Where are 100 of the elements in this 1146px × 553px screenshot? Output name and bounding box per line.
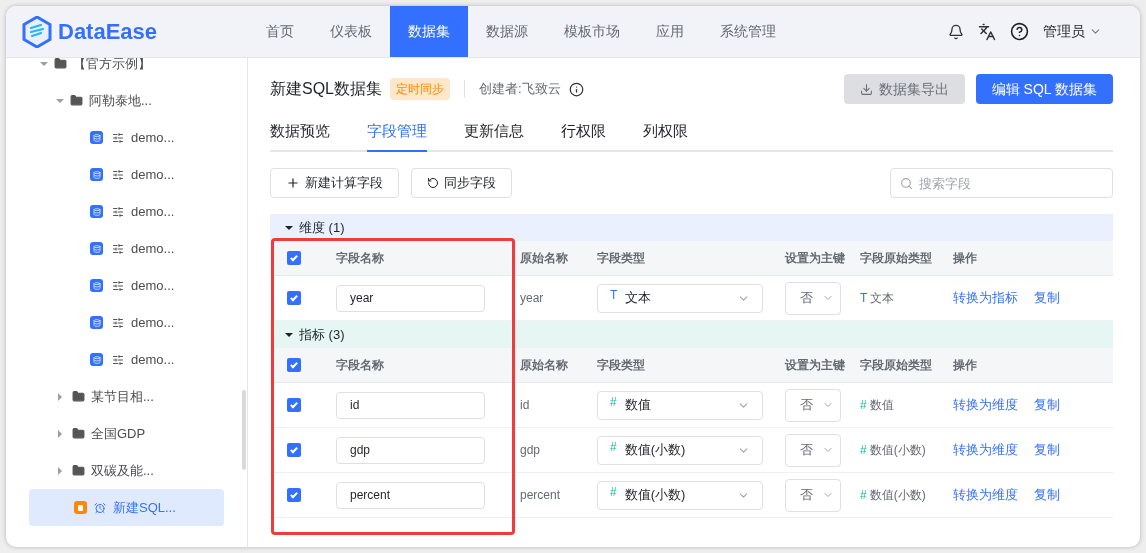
tree-item[interactable]: 新建SQL... — [29, 489, 224, 526]
action-link[interactable]: 复制 — [1034, 440, 1060, 460]
action-link[interactable]: 转换为维度 — [953, 440, 1018, 460]
column-header: 字段名称 — [335, 357, 384, 374]
checkbox[interactable] — [287, 488, 301, 502]
original-type: # 数值(小数) — [860, 487, 927, 504]
action-link[interactable]: 转换为指标 — [953, 288, 1018, 308]
info-icon[interactable] — [568, 81, 584, 97]
tree-label: demo... — [131, 202, 175, 221]
column-header: 字段类型 — [597, 357, 645, 374]
action-link[interactable]: 复制 — [1034, 288, 1060, 308]
help-icon[interactable] — [1010, 22, 1029, 41]
tree-folder[interactable]: 全国GDP — [29, 415, 224, 452]
sync-button[interactable]: 同步字段 — [411, 168, 512, 198]
checkbox[interactable] — [287, 251, 301, 265]
group-header[interactable]: 指标 (3) — [270, 321, 1113, 348]
field-name-input[interactable]: gdp — [336, 436, 485, 464]
tree-item[interactable]: demo... — [29, 193, 224, 230]
logo-icon — [22, 15, 52, 48]
folder-icon — [72, 427, 85, 440]
folder-icon — [54, 58, 67, 70]
column-header: 操作 — [953, 357, 977, 374]
checkbox[interactable] — [287, 358, 301, 372]
tree-item[interactable]: demo... — [29, 341, 224, 378]
sliders-icon — [112, 168, 124, 181]
field-name-input[interactable]: percent — [336, 481, 485, 509]
checkbox[interactable] — [287, 291, 301, 305]
file-icon — [74, 501, 87, 514]
tab[interactable]: 字段管理 — [367, 120, 427, 152]
folder-icon — [72, 464, 85, 477]
tab[interactable]: 列权限 — [643, 120, 688, 152]
sliders-icon — [112, 242, 124, 255]
tree-folder[interactable]: 双碳及能... — [29, 452, 224, 489]
field-type-select[interactable]: # 数值(小数) — [597, 435, 763, 465]
tree-label: 新建SQL... — [113, 498, 176, 517]
sliders-icon — [112, 353, 124, 366]
original-name: year — [520, 290, 545, 307]
tree-item[interactable]: demo... — [29, 119, 224, 156]
database-icon — [90, 205, 103, 218]
creator-text: 创建者:飞致云 — [479, 80, 561, 99]
checkbox[interactable] — [287, 398, 301, 412]
column-header: 字段类型 — [597, 250, 645, 267]
nav-item[interactable]: 系统管理 — [702, 6, 794, 57]
nav-item[interactable]: 应用 — [638, 6, 702, 57]
tree-item[interactable]: demo... — [29, 230, 224, 267]
tree-label: demo... — [131, 276, 175, 295]
add-field-button[interactable]: 新建计算字段 — [270, 168, 399, 198]
tree-item[interactable]: demo... — [29, 267, 224, 304]
user-menu[interactable]: 管理员 — [1043, 21, 1102, 42]
action-link[interactable]: 复制 — [1034, 485, 1060, 505]
primary-key-select[interactable]: 否 — [785, 433, 841, 467]
field-type-select[interactable]: T 文本 — [597, 283, 763, 313]
group-header[interactable]: 维度 (1) — [270, 214, 1113, 241]
action-link[interactable]: 转换为维度 — [953, 485, 1018, 505]
nav-item[interactable]: 数据集 — [390, 6, 468, 57]
edit-sql-button[interactable]: 编辑 SQL 数据集 — [975, 74, 1113, 104]
primary-key-select[interactable]: 否 — [785, 478, 841, 512]
tree-label: demo... — [131, 239, 175, 258]
primary-key-select[interactable]: 否 — [785, 388, 841, 422]
action-link[interactable]: 转换为维度 — [953, 395, 1018, 415]
field-name-input[interactable]: year — [336, 284, 485, 312]
primary-key-select[interactable]: 否 — [785, 281, 841, 315]
original-name: percent — [520, 487, 562, 504]
sliders-icon — [112, 131, 124, 144]
download-icon — [859, 82, 873, 96]
logo-text: DataEase — [58, 18, 158, 46]
tab[interactable]: 数据预览 — [270, 120, 330, 152]
dataset-title: 新建SQL数据集 — [270, 79, 382, 99]
field-name-input[interactable]: id — [336, 391, 485, 419]
tree-label: demo... — [131, 128, 175, 147]
nav-item[interactable]: 仪表板 — [312, 6, 390, 57]
tree-label: 阿勒泰地... — [89, 91, 152, 110]
search-field[interactable]: 搜索字段 — [890, 168, 1113, 198]
tree-folder[interactable]: 阿勒泰地... — [29, 82, 224, 119]
action-link[interactable]: 复制 — [1034, 395, 1060, 415]
tree-item[interactable]: demo... — [29, 304, 224, 341]
plus-icon — [286, 176, 300, 190]
database-icon — [90, 168, 103, 181]
tab[interactable]: 行权限 — [561, 120, 606, 152]
nav-item[interactable]: 数据源 — [468, 6, 546, 57]
tree-item[interactable]: demo... — [29, 156, 224, 193]
column-header: 操作 — [953, 250, 977, 267]
original-type: T 文本 — [860, 290, 896, 307]
database-icon — [90, 242, 103, 255]
tree-label: 全国GDP — [91, 424, 146, 443]
original-name: id — [520, 397, 531, 414]
checkbox[interactable] — [287, 443, 301, 457]
column-header: 原始名称 — [520, 357, 568, 374]
notification-icon[interactable] — [948, 23, 964, 40]
language-icon[interactable] — [978, 22, 996, 41]
field-type-select[interactable]: # 数值 — [597, 390, 763, 420]
database-icon — [90, 353, 103, 366]
nav-item[interactable]: 首页 — [248, 6, 312, 57]
tree-label: demo... — [131, 313, 175, 332]
folder-icon — [70, 94, 83, 107]
tree-label: 某节目相... — [91, 387, 154, 406]
nav-item[interactable]: 模板市场 — [546, 6, 638, 57]
field-type-select[interactable]: # 数值(小数) — [597, 480, 763, 510]
tree-folder[interactable]: 某节目相... — [29, 378, 224, 415]
tab[interactable]: 更新信息 — [464, 120, 524, 152]
